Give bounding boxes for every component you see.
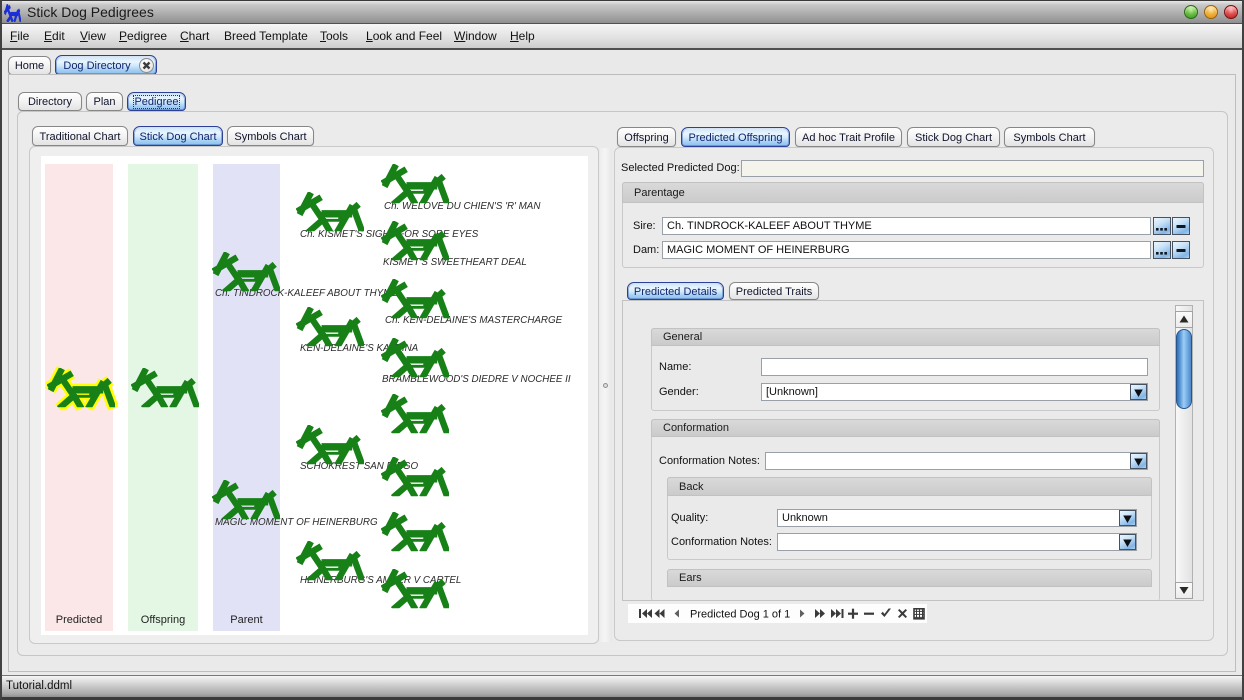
svg-text:Predicted Dog 1 of 1: Predicted Dog 1 of 1 bbox=[690, 609, 790, 621]
